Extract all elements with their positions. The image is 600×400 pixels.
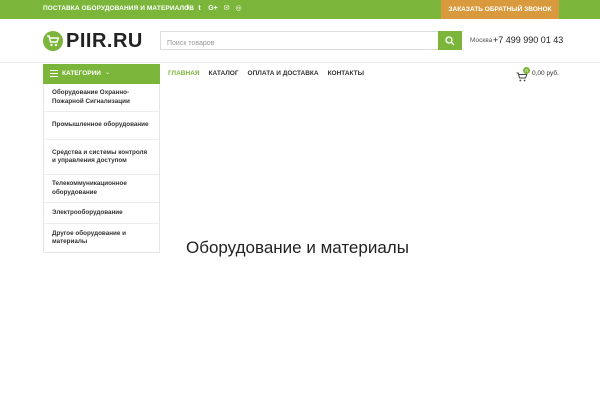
logo-text: PIIR.RU bbox=[66, 30, 143, 52]
mail-icon[interactable]: ✉ bbox=[223, 4, 230, 14]
page-title: Оборудование и материалы bbox=[186, 238, 409, 257]
nav-payment-delivery[interactable]: ОПЛАТА И ДОСТАВКА bbox=[248, 70, 319, 77]
nav-contacts[interactable]: КОНТАКТЫ bbox=[328, 70, 364, 77]
category-item-industrial[interactable]: Промышленное оборудование bbox=[44, 112, 159, 140]
category-item-other[interactable]: Другое оборудование и материалы bbox=[44, 224, 159, 252]
chevron-down-icon: ⌄ bbox=[105, 70, 111, 76]
facebook-icon[interactable]: f bbox=[184, 4, 191, 14]
search-button[interactable] bbox=[438, 31, 462, 50]
search-box bbox=[160, 31, 462, 52]
cart-total[interactable]: 0,00 руб. bbox=[532, 70, 559, 77]
menu-icon bbox=[50, 70, 58, 78]
callback-button[interactable]: ЗАКАЗАТЬ ОБРАТНЫЙ ЗВОНОК bbox=[441, 0, 559, 19]
main-nav: ГЛАВНАЯ КАТАЛОГ ОПЛАТА И ДОСТАВКА КОНТАК… bbox=[168, 70, 364, 77]
nav-home[interactable]: ГЛАВНАЯ bbox=[168, 70, 200, 77]
city-label: Москва bbox=[470, 37, 493, 44]
category-item-access-control[interactable]: Средства и системы контроля и управления… bbox=[44, 140, 159, 175]
categories-label: КАТЕГОРИИ bbox=[62, 70, 101, 77]
top-bar: ПОСТАВКА ОБОРУДОВАНИЯ И МАТЕРИАЛОВ f t G… bbox=[0, 0, 600, 19]
cart-count-badge: 0 bbox=[523, 67, 530, 74]
category-item-electrical[interactable]: Электрооборудование bbox=[44, 203, 159, 224]
search-input[interactable] bbox=[161, 35, 441, 52]
header-divider bbox=[0, 62, 600, 63]
cart-logo-icon bbox=[43, 31, 63, 51]
categories-toggle[interactable]: КАТЕГОРИИ ⌄ bbox=[43, 64, 160, 84]
nav-catalog[interactable]: КАТАЛОГ bbox=[209, 70, 239, 77]
social-links: f t G+ ✉ ◎ bbox=[184, 4, 242, 14]
search-icon bbox=[445, 36, 455, 46]
slogan: ПОСТАВКА ОБОРУДОВАНИЯ И МАТЕРИАЛОВ bbox=[43, 5, 195, 12]
logo[interactable]: PIIR.RU bbox=[43, 31, 143, 51]
phone-number[interactable]: +7 499 990 01 43 bbox=[493, 35, 563, 45]
google-plus-icon[interactable]: G+ bbox=[208, 4, 218, 14]
category-item-telecom[interactable]: Телекоммуникационное оборудование bbox=[44, 175, 159, 203]
odnoklassniki-icon[interactable]: ◎ bbox=[235, 4, 242, 14]
category-item-fire-alarm[interactable]: Оборудование Охранно-Пожарной Сигнализац… bbox=[44, 84, 159, 112]
categories-list: Оборудование Охранно-Пожарной Сигнализац… bbox=[43, 84, 160, 253]
twitter-icon[interactable]: t bbox=[196, 4, 203, 14]
